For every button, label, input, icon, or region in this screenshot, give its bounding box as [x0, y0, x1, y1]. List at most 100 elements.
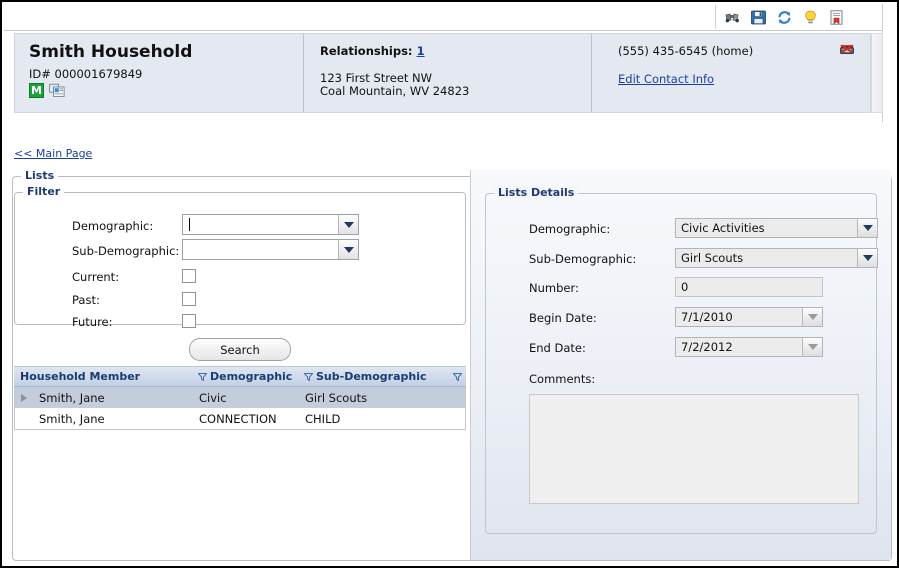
lists-results-grid: Household Member Demographic Sub-Demogra…	[14, 366, 466, 430]
filter-future-label: Future:	[72, 315, 113, 329]
filter-sub-demographic-combo[interactable]	[182, 239, 359, 260]
lightbulb-icon[interactable]	[802, 9, 819, 26]
cell-demographic: Civic	[199, 390, 227, 405]
filter-current-label: Current:	[72, 270, 120, 284]
details-comments-label: Comments:	[529, 372, 596, 386]
chevron-down-icon	[807, 344, 818, 350]
details-end-date-value: 7/2/2012	[681, 340, 733, 354]
application-window: Smith Household ID# 000001679849 M Relat…	[0, 0, 899, 568]
edit-contact-info-link[interactable]: Edit Contact Info	[618, 72, 714, 86]
grid-header-sub-demographic-label: Sub-Demographic	[316, 370, 427, 383]
edit-contact-info: Edit Contact Info	[618, 72, 714, 86]
refresh-icon[interactable]	[776, 9, 793, 26]
do-not-call-phone-icon	[840, 44, 854, 54]
details-comments-textarea[interactable]	[529, 394, 859, 504]
cell-household-member: Smith, Jane	[39, 390, 105, 405]
grid-header-sub-demographic[interactable]: Sub-Demographic	[298, 370, 448, 383]
household-identity-column: Smith Household ID# 000001679849 M	[15, 34, 303, 112]
main-page-nav: << Main Page	[14, 147, 92, 160]
filter-past-label: Past:	[72, 293, 100, 307]
filter-demographic-dropdown-button[interactable]	[338, 215, 358, 234]
filter-future-checkbox[interactable]	[182, 314, 196, 328]
main-page-link[interactable]: << Main Page	[14, 147, 92, 160]
table-row[interactable]: Smith, Jane Civic Girl Scouts	[15, 387, 465, 408]
grid-header-household-member[interactable]: Household Member	[14, 370, 192, 383]
member-badge: M	[29, 83, 44, 98]
details-number-label: Number:	[529, 281, 579, 295]
household-id: ID# 000001679849	[29, 67, 143, 81]
details-sub-demographic-value: Girl Scouts	[681, 251, 744, 265]
grid-header-row: Household Member Demographic Sub-Demogra…	[14, 366, 466, 387]
details-demographic-combo[interactable]: Civic Activities	[675, 218, 878, 238]
filter-funnel-icon[interactable]	[304, 372, 313, 381]
grid-header-demographic-label: Demographic	[210, 370, 293, 383]
filter-demographic-value	[183, 215, 338, 234]
row-selector[interactable]	[15, 393, 33, 402]
filter-sub-demographic-dropdown-button[interactable]	[338, 240, 358, 259]
cell-demographic: CONNECTION	[199, 411, 277, 426]
chevron-down-icon	[807, 314, 818, 320]
filter-groupbox-legend: Filter	[23, 185, 65, 198]
save-icon[interactable]	[750, 9, 767, 26]
details-number-input[interactable]: 0	[675, 277, 823, 297]
details-groupbox: Lists Details Demographic: Civic Activit…	[485, 186, 878, 534]
relationships-column: Relationships: 1 123 First Street NW Coa…	[303, 34, 591, 112]
row-indicator-icon	[21, 393, 27, 402]
search-button[interactable]: Search	[189, 338, 291, 361]
filter-sub-demographic-value	[183, 240, 338, 259]
cell-household-member: Smith, Jane	[39, 411, 105, 426]
filter-past-checkbox[interactable]	[182, 292, 196, 306]
details-sub-demographic-label: Sub-Demographic:	[529, 252, 637, 266]
chevron-down-icon	[862, 255, 873, 261]
cell-sub-demographic: CHILD	[305, 411, 341, 426]
details-demographic-label: Demographic:	[529, 222, 611, 236]
text-caret	[189, 218, 190, 231]
grid-header-household-member-label: Household Member	[20, 370, 141, 383]
header-panel-scrollbar[interactable]	[871, 33, 883, 113]
household-header-panel: Smith Household ID# 000001679849 M Relat…	[14, 33, 871, 113]
chevron-down-icon	[343, 246, 354, 253]
details-demographic-dropdown-button[interactable]	[857, 219, 877, 237]
filter-demographic-label: Demographic:	[72, 219, 154, 233]
details-begin-date-value: 7/1/2010	[681, 310, 733, 324]
relationships-label: Relationships:	[320, 44, 413, 58]
filter-demographic-combo[interactable]	[182, 214, 359, 235]
details-sub-demographic-dropdown-button[interactable]	[857, 249, 877, 267]
details-begin-date-dropdown-button[interactable]	[802, 308, 822, 326]
grid-body: Smith, Jane Civic Girl Scouts Smith, Jan…	[14, 387, 466, 430]
details-groupbox-legend: Lists Details	[494, 186, 579, 199]
toolbar-icon-group	[715, 5, 853, 29]
details-sub-demographic-combo[interactable]: Girl Scouts	[675, 248, 878, 268]
relationships-count-link[interactable]: 1	[417, 44, 425, 58]
report-icon[interactable]	[828, 9, 845, 26]
window-vertical-scrollbar[interactable]	[882, 4, 895, 122]
binoculars-icon[interactable]	[724, 9, 741, 26]
table-row[interactable]: Smith, Jane CONNECTION CHILD	[15, 408, 465, 429]
filter-sub-demographic-label: Sub-Demographic:	[72, 244, 180, 258]
details-end-date-label: End Date:	[529, 341, 586, 355]
lists-details-panel: Lists Details Demographic: Civic Activit…	[470, 170, 891, 560]
details-end-date-picker[interactable]: 7/2/2012	[675, 337, 823, 357]
household-phone: (555) 435-6545 (home)	[618, 44, 754, 58]
household-badges: M	[29, 83, 65, 98]
contact-column: (555) 435-6545 (home) Edit Contact Info	[591, 34, 872, 112]
details-end-date-dropdown-button[interactable]	[802, 338, 822, 356]
filter-funnel-icon[interactable]	[452, 372, 462, 381]
member-cards-icon[interactable]	[49, 83, 65, 98]
chevron-down-icon	[343, 221, 354, 228]
grid-header-filter-column[interactable]	[448, 372, 466, 381]
household-address: 123 First Street NW Coal Mountain, WV 24…	[320, 71, 470, 98]
cell-sub-demographic: Girl Scouts	[305, 390, 368, 405]
details-begin-date-picker[interactable]: 7/1/2010	[675, 307, 823, 327]
filter-current-checkbox[interactable]	[182, 269, 196, 283]
page-title: Smith Household	[29, 42, 193, 62]
relationships-line: Relationships: 1	[320, 44, 425, 58]
lists-groupbox-legend: Lists	[21, 169, 59, 182]
details-begin-date-label: Begin Date:	[529, 311, 597, 325]
chevron-down-icon	[862, 225, 873, 231]
toolbar	[4, 4, 895, 31]
filter-funnel-icon[interactable]	[198, 372, 207, 381]
details-demographic-value: Civic Activities	[681, 221, 765, 235]
grid-header-demographic[interactable]: Demographic	[192, 370, 298, 383]
filter-groupbox: Filter Demographic: Sub-Demographic: Cur…	[14, 185, 466, 329]
